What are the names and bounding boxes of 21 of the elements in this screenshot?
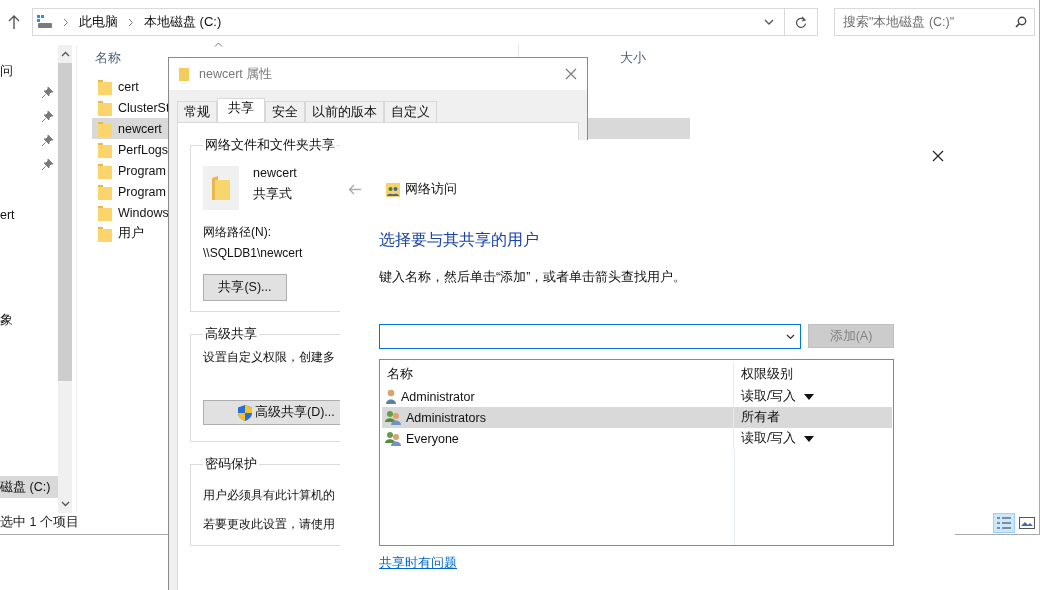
group-title: 密码保护 (204, 456, 258, 473)
folder-name: newcert (253, 166, 297, 180)
instruction-text: 键入名称，然后单击“添加”，或者单击箭头查找用户。 (379, 269, 687, 286)
dialog-title: newcert 属性 (199, 65, 273, 83)
group-title: 网络文件和文件夹共享 (204, 137, 336, 154)
permission-level: 读取/写入 (741, 388, 797, 405)
heading: 选择要与其共享的用户 (379, 230, 539, 250)
user-name: Administrators (406, 410, 486, 425)
description-text: 用户必须具有此计算机的 (203, 487, 335, 504)
permission-level: 所有者 (741, 409, 780, 426)
description-text: 设置自定义权限，创建多 (203, 349, 335, 366)
group-title: 高级共享 (204, 326, 258, 343)
description-text: 若要更改此设置，请使用 (203, 516, 335, 533)
permission-level: 读取/写入 (741, 430, 797, 447)
status-text: 选中 1 个项目 (0, 514, 79, 531)
user-name: Everyone (406, 431, 459, 446)
path-label: 网络路径(N): (203, 224, 271, 241)
window-title: 网络访问 (405, 181, 457, 198)
network-path: \\SQLDB1\newcert (203, 245, 303, 262)
user-name: Administrator (401, 389, 475, 404)
share-state: 共享式 (253, 186, 292, 203)
